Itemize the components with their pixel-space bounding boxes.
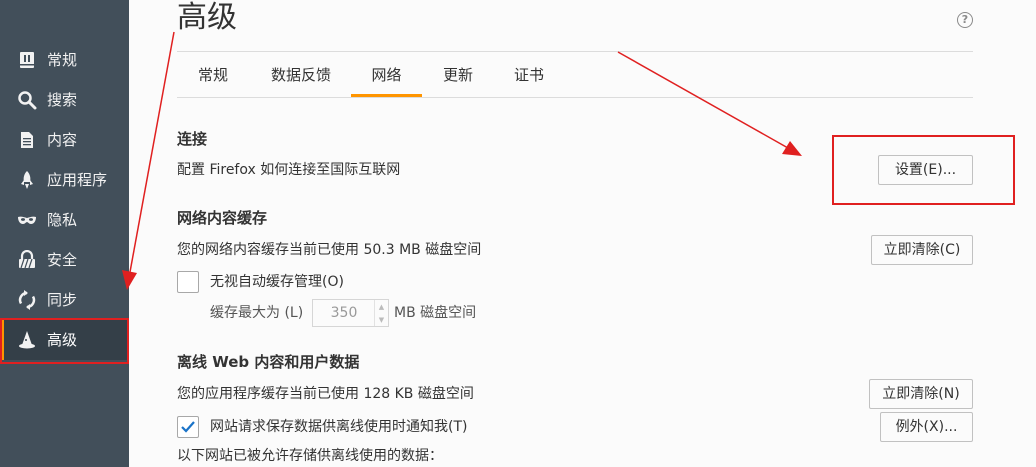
annotation-arrow-to-advanced — [122, 31, 175, 290]
annotation-arrows — [122, 31, 802, 290]
annotation-arrow-to-settings — [617, 51, 802, 156]
